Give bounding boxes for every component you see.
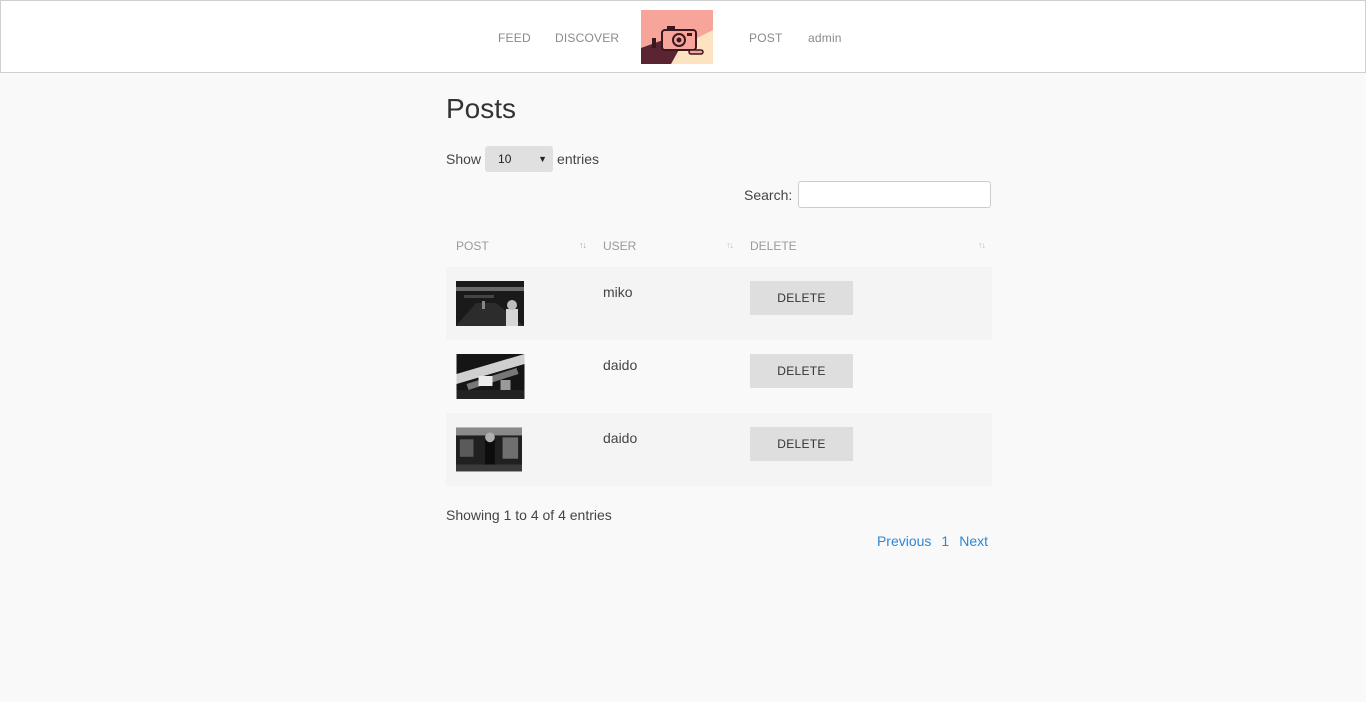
column-header-label: POST	[456, 239, 489, 253]
delete-button[interactable]: DELETE	[750, 427, 853, 461]
table-info: Showing 1 to 4 of 4 entries	[446, 507, 612, 523]
nav-feed-link[interactable]: FEED	[498, 31, 531, 45]
previous-page-link[interactable]: Previous	[877, 533, 931, 551]
table-row: daido DELETE	[446, 413, 992, 486]
page-title: Posts	[446, 93, 517, 124]
next-page-link[interactable]: Next	[959, 533, 988, 551]
user-cell: daido	[593, 340, 740, 413]
search-input[interactable]	[798, 181, 992, 208]
delete-button[interactable]: DELETE	[750, 281, 853, 315]
user-cell: daido	[593, 413, 740, 486]
photo-thumbnail-icon[interactable]	[456, 354, 525, 399]
pagination: Previous 1 Next	[872, 533, 992, 551]
table-header-row: POST ↑↓ USER ↑↓ DELETE ↑↓	[446, 225, 992, 267]
show-label: Show	[446, 151, 482, 167]
search-control: Search:	[744, 181, 992, 208]
column-header-delete[interactable]: DELETE ↑↓	[740, 225, 992, 267]
nav-post-link[interactable]: POST	[749, 31, 782, 45]
sort-icon: ↑↓	[579, 240, 587, 250]
nav-discover-link[interactable]: DISCOVER	[555, 31, 619, 45]
delete-cell: DELETE	[740, 340, 992, 413]
delete-button[interactable]: DELETE	[750, 354, 853, 388]
entries-label: entries	[557, 151, 600, 167]
photo-thumbnail-icon[interactable]	[456, 427, 522, 472]
column-header-post[interactable]: POST ↑↓	[446, 225, 593, 267]
post-cell	[446, 340, 593, 413]
post-cell	[446, 267, 593, 340]
camera-logo-icon[interactable]	[641, 10, 713, 64]
delete-cell: DELETE	[740, 413, 992, 486]
column-header-user[interactable]: USER ↑↓	[593, 225, 740, 267]
dropdown-caret-icon: ▼	[538, 154, 548, 164]
user-cell: miko	[593, 267, 740, 340]
sort-icon: ↑↓	[978, 240, 986, 250]
post-cell	[446, 413, 593, 486]
column-header-label: USER	[603, 239, 637, 253]
entries-length-select[interactable]: 10 ▼	[485, 146, 554, 172]
page-1-link[interactable]: 1	[941, 533, 949, 551]
table-row: miko DELETE	[446, 267, 992, 340]
sort-icon: ↑↓	[726, 240, 734, 250]
entries-length-value: 10	[498, 152, 512, 166]
top-navbar: FEED DISCOVER POST admin	[0, 0, 1366, 73]
photo-thumbnail-icon[interactable]	[456, 281, 524, 326]
search-label: Search:	[744, 186, 793, 203]
table-row: daido DELETE	[446, 340, 992, 413]
delete-cell: DELETE	[740, 267, 992, 340]
entries-length-control: Show 10 ▼ entries	[446, 146, 599, 172]
column-header-label: DELETE	[750, 239, 797, 253]
posts-table: POST ↑↓ USER ↑↓ DELETE ↑↓ miko DELETE da…	[446, 225, 992, 486]
nav-admin-link[interactable]: admin	[808, 31, 842, 45]
